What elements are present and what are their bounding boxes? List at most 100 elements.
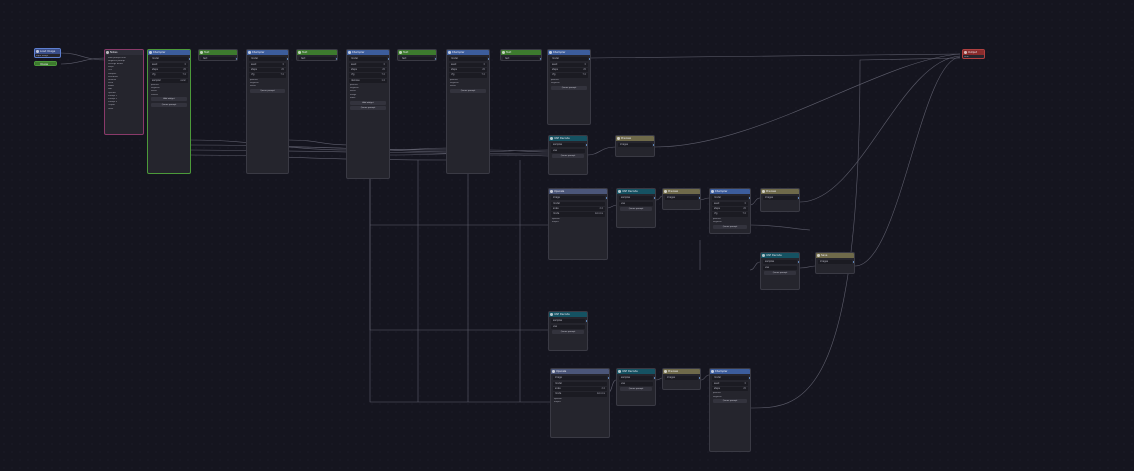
widget-text[interactable]: text [400,57,434,60]
widget-cfg[interactable]: cfg 7.0 [550,73,588,78]
widget-text[interactable]: text [201,57,235,60]
node-button[interactable]: Queue prompt [552,153,584,158]
load-image-node[interactable]: Load Image Input image [34,48,61,58]
ksampler-node-6[interactable]: KSampler model seed 0 steps 20 cfg 7.0 positive n… [709,188,751,234]
ksampler-node-4[interactable]: KSampler model seed 0 steps 20 cfg 7.0 positive n… [446,49,490,174]
widget-samples[interactable]: samples [619,376,653,381]
widget-vae[interactable]: vae [619,201,653,206]
vae-decode-node-3[interactable]: VAE Decode samples vae Queue prompt [760,252,800,290]
node-header[interactable]: Upscale [549,189,607,194]
output-port-icon[interactable] [287,58,288,60]
widget-images[interactable]: images [665,376,698,381]
output-port-icon[interactable] [654,377,655,379]
widget-cfg[interactable]: cfg 7.0 [150,73,188,78]
output-port-icon[interactable] [236,58,237,60]
node-header[interactable]: Preview [663,369,700,374]
widget-steps[interactable]: steps 20 [449,67,487,73]
widget-cfg[interactable]: cfg 7.0 [712,212,748,217]
node-header[interactable]: Save [816,253,854,258]
output-port-icon[interactable] [586,320,587,322]
node-header[interactable]: KSampler [710,189,750,194]
text-node-4[interactable]: Text text [500,49,542,61]
widget-vae[interactable]: vae [551,324,585,329]
preview-node-4[interactable]: Preview images [662,368,701,390]
output-port-icon[interactable] [798,261,799,263]
node-header[interactable]: KSampler [710,369,750,374]
widget-seed[interactable]: seed 0 [249,62,286,67]
text-node-1[interactable]: Text text [198,49,238,61]
widget-seed[interactable]: seed 0 [349,62,387,67]
widget-text[interactable]: text [503,57,539,60]
node-button[interactable]: Queue prompt [713,224,747,229]
widget-model[interactable]: model [550,57,588,62]
node-button[interactable]: Queue prompt [552,329,584,334]
node-button[interactable]: Queue prompt [713,399,747,404]
node-header[interactable]: VAE Decode [761,253,799,258]
widget-model[interactable]: model [553,381,607,386]
vae-decode-node-5[interactable]: VAE Decode samples vae Queue prompt [616,368,656,406]
widget-vae[interactable]: vae [763,265,797,270]
widget-steps[interactable]: steps 20 [249,67,286,73]
widget-seed[interactable]: seed 0 [712,381,748,386]
node-header[interactable]: KSampler [247,50,288,55]
ksampler-node-2[interactable]: KSampler model seed 0 steps 20 cfg 7.0 positive n… [246,49,289,174]
output-port-icon[interactable] [699,197,700,199]
widget-mode[interactable]: mode lanczos [551,212,605,217]
node-button[interactable]: Queue prompt [620,386,652,391]
input-slot[interactable]: mask [349,97,387,100]
ksampler-node-1[interactable]: KSampler model seed 0 steps 20 cfg 7.0 sampler eu… [147,49,191,174]
output-port-icon[interactable] [435,58,436,60]
widget-images[interactable]: images [618,143,652,148]
widget-images[interactable]: images [665,196,698,201]
text-node-3[interactable]: Text text [397,49,437,61]
node-header[interactable]: VAE Decode [549,136,587,141]
preview-node-3[interactable]: Preview images [760,188,800,212]
input-slot[interactable]: control [150,94,188,97]
node-button[interactable]: Queue prompt [764,270,796,275]
input-slot[interactable]: negative [550,82,588,85]
input-slot[interactable]: latent [449,85,487,88]
node-button[interactable]: Queue prompt [620,206,652,211]
node-header[interactable]: Preview [761,189,799,194]
output-port-icon[interactable] [749,377,750,379]
node-header[interactable]: KSampler [347,50,389,55]
notes-node[interactable]: Notes Main prompt here Negative prompt Set… [104,49,144,135]
preview-node-1[interactable]: Preview images [615,135,655,157]
widget-seed[interactable]: seed 0 [150,62,188,67]
output-port-icon[interactable] [608,377,609,379]
widget-cfg[interactable]: cfg 7.0 [449,73,487,78]
input-slot[interactable]: negative [712,396,748,399]
output-port-icon[interactable] [336,58,337,60]
node-header[interactable]: Text [297,50,337,55]
notes-text[interactable]: Main prompt here Negative prompt Settings … [105,55,143,112]
output-port-icon[interactable] [606,197,607,199]
node-header[interactable]: VAE Decode [617,189,655,194]
ksampler-node-3[interactable]: KSampler model seed 0 steps 20 cfg 7.0 denoise 1.… [346,49,390,179]
output-port-icon[interactable] [586,144,587,146]
vae-decode-node-4[interactable]: VAE Decode samples vae Queue prompt [548,311,588,351]
ksampler-node-7[interactable]: KSampler model seed 0 steps 20 positive negativ… [709,368,751,452]
node-button[interactable]: Queue prompt [450,88,486,93]
node-button[interactable]: Add widget [151,97,187,102]
upscale-node-a[interactable]: Upscale image model scale 2.0 mode lanczos upsc… [548,188,608,260]
output-port-icon[interactable] [540,58,541,60]
widget-seed[interactable]: seed 0 [712,201,748,206]
node-header[interactable]: Text [501,50,541,55]
node-canvas[interactable]: Load Image Input image Image Notes Main … [0,0,1134,471]
widget-model[interactable]: model [712,376,748,381]
widget-sampler[interactable]: sampler euler [150,78,188,83]
node-header[interactable]: Preview [616,136,654,141]
widget-model[interactable]: model [712,196,748,201]
ksampler-node-5[interactable]: KSampler model seed 0 steps 20 cfg 7.0 positive n… [547,49,591,125]
widget-denoise[interactable]: denoise 1.0 [349,78,387,83]
node-button[interactable]: Queue prompt [350,105,386,110]
widget-samples[interactable]: samples [551,143,585,148]
node-button[interactable]: Add widget [350,100,386,105]
widget-samples[interactable]: samples [551,319,585,324]
widget-images[interactable]: images [763,196,797,201]
widget-mode[interactable]: mode lanczos [553,392,607,397]
node-button[interactable]: Queue prompt [551,85,587,90]
node-header[interactable]: Text [398,50,436,55]
output-port-icon[interactable] [654,197,655,199]
widget-scale[interactable]: scale 2.0 [551,206,605,212]
